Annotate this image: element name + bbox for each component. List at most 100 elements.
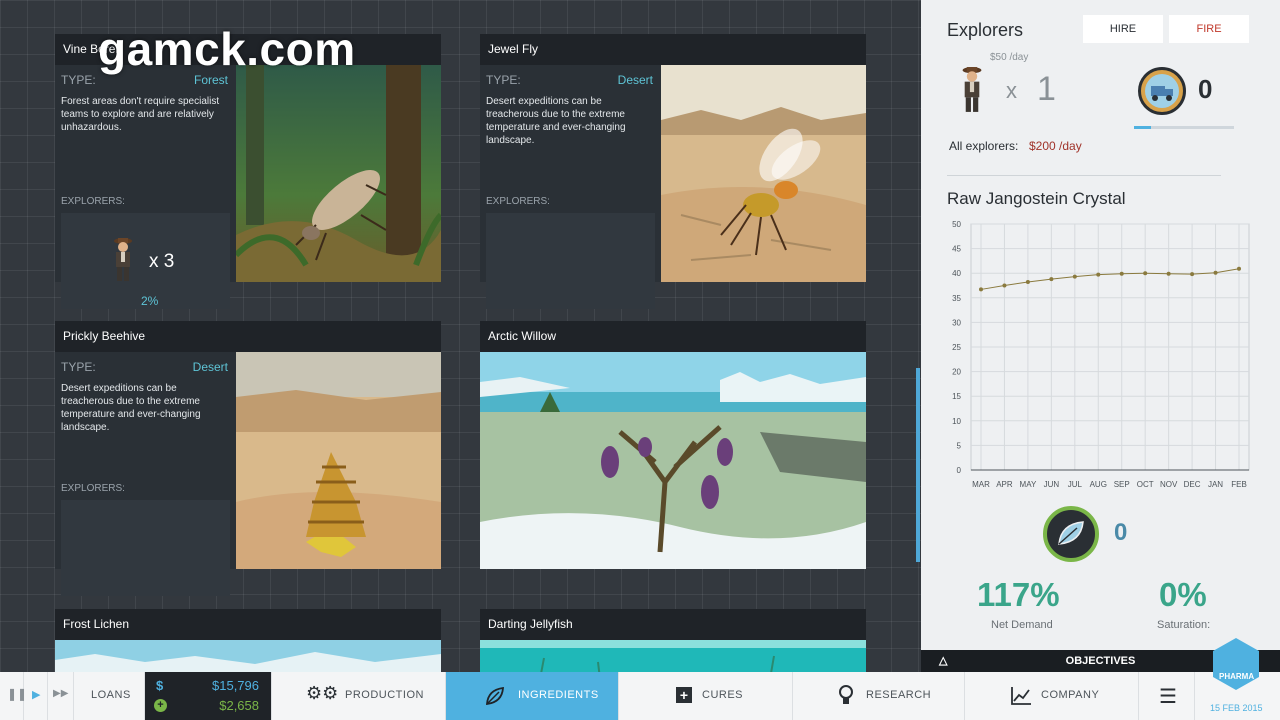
prickly-beehive-image [236, 352, 441, 569]
ingredient-title: Raw Jangostein Crystal [947, 189, 1126, 208]
hire-button[interactable]: HIRE [1083, 15, 1163, 43]
ingredients-tab[interactable]: INGREDIENTS [446, 672, 619, 720]
objectives-label: OBJECTIVES [1065, 655, 1136, 667]
x-tick-label: SEP [1114, 480, 1130, 489]
data-point [1002, 283, 1007, 288]
y-tick-label: 0 [957, 466, 962, 475]
menu-icon: ☰ [1159, 686, 1177, 708]
y-tick-label: 5 [957, 441, 962, 450]
explorer-avatar-icon [962, 67, 982, 112]
card-title: Prickly Beehive [55, 321, 441, 352]
play-button[interactable]: ▶ [24, 672, 48, 720]
menu-button[interactable]: ☰ [1139, 672, 1195, 720]
x-tick-label: JUL [1068, 480, 1083, 489]
all-explorers-label: All explorers: [949, 139, 1019, 153]
fast-forward-icon: ▶▶ [53, 688, 69, 699]
ingredient-card-arctic-willow[interactable]: Arctic Willow [480, 321, 866, 569]
explorers-slot[interactable]: x 3 2% [61, 213, 230, 309]
ingredient-card-frost-lichen[interactable]: Frost Lichen [55, 609, 441, 672]
transport-progress-fill [1134, 126, 1151, 129]
research-label: RESEARCH [866, 689, 932, 701]
cross-icon: + [676, 687, 692, 703]
card-title: Frost Lichen [55, 609, 441, 640]
type-value: Desert [192, 360, 228, 374]
explorer-count: x 3 [149, 251, 175, 272]
x-tick-label: MAY [1020, 480, 1037, 489]
ingredients-grid: Vine Borer TYPE: Forest Forest areas don… [0, 0, 921, 672]
card-description: Desert expeditions can be treacherous du… [61, 383, 201, 433]
x-tick-label: NOV [1160, 480, 1178, 489]
ingredient-card-darting-jellyfish[interactable]: Darting Jellyfish [480, 609, 866, 672]
type-label: TYPE: [486, 73, 521, 87]
dollar-icon: $ [156, 678, 164, 693]
loans-button[interactable]: LOANS [74, 672, 145, 720]
watermark-text: gamck.com [98, 23, 356, 75]
x-tick-label: JUN [1044, 480, 1060, 489]
transport-icon [1138, 67, 1186, 115]
research-tab[interactable]: RESEARCH [793, 672, 965, 720]
card-title: Jewel Fly [480, 34, 866, 65]
y-tick-label: 45 [952, 245, 961, 254]
ingredient-card-jewel-fly[interactable]: Jewel Fly TYPE: Desert Desert expedition… [480, 34, 866, 309]
y-tick-label: 40 [952, 269, 961, 278]
explorers-slot[interactable] [61, 500, 230, 596]
data-point [1119, 271, 1124, 276]
game-date: 15 FEB 2015 [1210, 703, 1263, 713]
y-tick-label: 50 [952, 220, 961, 229]
explorers-panel: Explorers HIRE FIRE $50 /day x 1 0 All e… [921, 0, 1280, 650]
x-tick-label: JAN [1208, 480, 1223, 489]
card-info: TYPE: Desert Desert expeditions can be t… [480, 65, 661, 309]
warning-icon: △ [939, 655, 948, 667]
explorers-slot[interactable] [486, 213, 655, 309]
net-demand-value: 117% [977, 576, 1060, 613]
lightbulb-icon [839, 685, 853, 704]
explorer-cost: $50 /day [990, 52, 1029, 63]
ingredient-card-prickly-beehive[interactable]: Prickly Beehive TYPE: Desert Desert expe… [55, 321, 441, 596]
arctic-willow-image [480, 352, 866, 569]
data-point [1143, 271, 1148, 276]
type-label: TYPE: [61, 360, 96, 374]
card-info: TYPE: Forest Forest areas don't require … [55, 65, 236, 309]
loans-label: LOANS [91, 689, 131, 701]
play-icon: ▶ [32, 689, 41, 701]
x-tick-label: MAR [972, 480, 990, 489]
pause-button[interactable]: ❚❚ [0, 672, 27, 720]
cures-tab[interactable]: + CURES [619, 672, 793, 720]
data-point [1166, 271, 1171, 276]
fast-forward-button[interactable]: ▶▶ [48, 672, 74, 720]
gears-icon: ⚙⚙ [306, 683, 339, 703]
y-tick-label: 20 [952, 368, 961, 377]
explorers-label: EXPLORERS: [61, 483, 125, 494]
line-chart-icon [1011, 687, 1031, 705]
scrollbar[interactable] [916, 368, 920, 562]
money-display: $ $15,796 + $2,658 [145, 672, 272, 720]
progress-percent: 2% [141, 294, 159, 308]
price-chart: 0 5 10 15 20 25 30 35 40 45 50 MAR APR MAY JUN JUL AUG SE… [952, 220, 1250, 489]
leaf-icon [486, 686, 504, 706]
data-point [1213, 270, 1218, 275]
leaf-count: 0 [1114, 519, 1128, 546]
income-value: $2,658 [219, 698, 259, 713]
data-point [1049, 277, 1054, 282]
income-icon: + [154, 699, 167, 712]
card-description: Forest areas don't require specialist te… [61, 96, 220, 133]
bottom-toolbar: ❚❚ ▶ ▶▶ LOANS $ $15,796 + $2,658 ⚙⚙ PROD… [0, 638, 1280, 720]
logo-text: PHARMA [1219, 672, 1255, 681]
y-tick-label: 30 [952, 318, 961, 327]
card-info: TYPE: Desert Desert expeditions can be t… [55, 352, 236, 596]
y-tick-label: 10 [952, 417, 961, 426]
production-tab[interactable]: ⚙⚙ PRODUCTION [272, 672, 446, 720]
data-point [1072, 274, 1077, 279]
x-tick-label: APR [996, 480, 1013, 489]
x-tick-label: FEB [1231, 480, 1247, 489]
card-title: Darting Jellyfish [480, 609, 866, 640]
fire-button[interactable]: FIRE [1169, 15, 1249, 43]
frost-lichen-image [55, 640, 441, 672]
company-tab[interactable]: COMPANY [965, 672, 1139, 720]
type-label: TYPE: [61, 73, 96, 87]
data-point [1096, 272, 1101, 277]
y-tick-label: 15 [952, 392, 961, 401]
data-point [979, 287, 983, 292]
vine-borer-image [236, 65, 441, 282]
leaf-icon [1043, 506, 1099, 562]
